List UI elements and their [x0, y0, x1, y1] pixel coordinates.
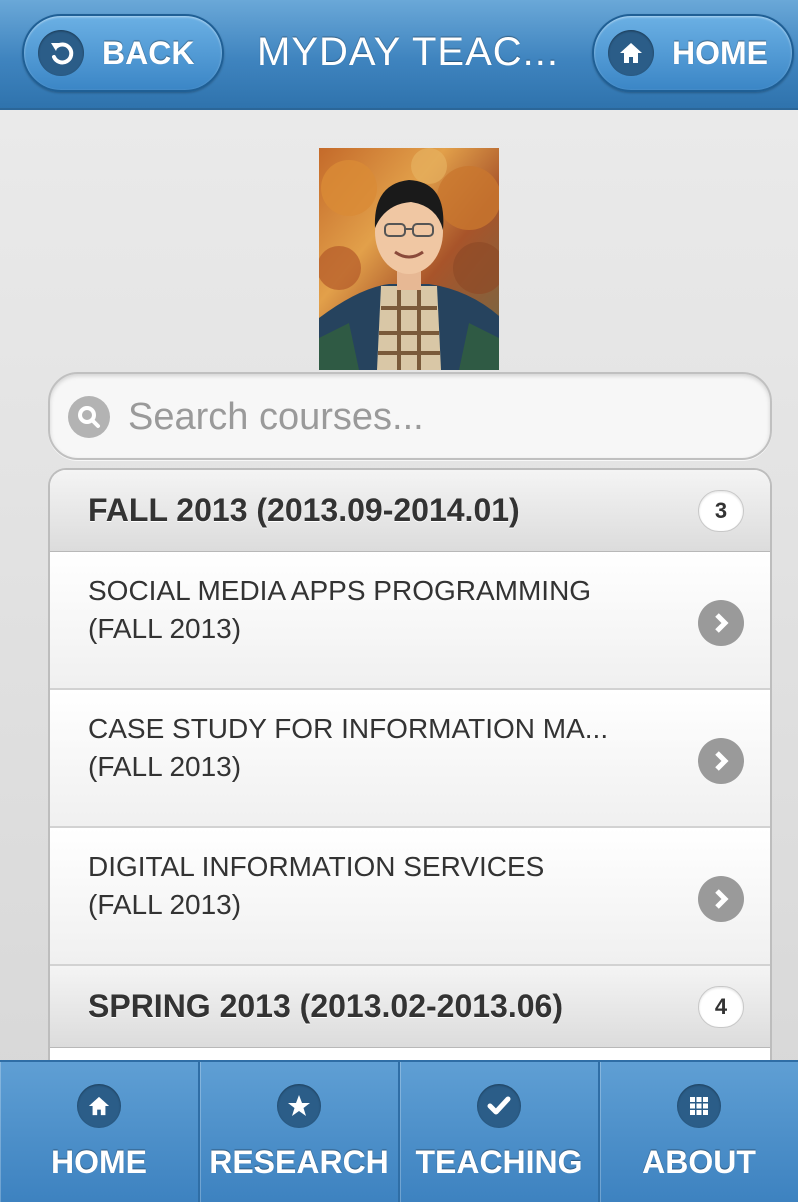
nav-tab-about[interactable]: ABOUT [600, 1062, 798, 1202]
profile-photo [319, 148, 499, 370]
nav-tab-research[interactable]: RESEARCH [200, 1062, 400, 1202]
list-item[interactable]: CASE STUDY FOR INFORMATION MA... (FALL 2… [50, 690, 770, 828]
list-item[interactable]: SOCIAL MEDIA APPS PROGRAMMING (FALL 2013… [50, 552, 770, 690]
home-label: HOME [672, 34, 768, 71]
nav-tab-label: TEACHING [415, 1144, 583, 1180]
back-label: BACK [102, 34, 195, 71]
course-term: (FALL 2013) [88, 751, 242, 782]
nav-tab-teaching[interactable]: TEACHING [400, 1062, 600, 1202]
nav-tab-label: RESEARCH [209, 1144, 389, 1180]
home-icon [608, 30, 654, 76]
course-list: FALL 2013 (2013.09-2014.01) 3 SOCIAL MED… [48, 468, 772, 1068]
header-bar: BACK MYDAY TEAC... HOME [0, 0, 798, 110]
course-term: (FALL 2013) [88, 613, 242, 644]
search-icon [68, 396, 110, 438]
bottom-nav: HOME RESEARCH TEACHING ABOUT [0, 1060, 798, 1202]
grid-icon [677, 1084, 721, 1128]
course-name: DIGITAL INFORMATION SERVICES [88, 851, 545, 882]
course-title: DIGITAL INFORMATION SERVICES (FALL 2013) [88, 848, 658, 924]
course-title: CASE STUDY FOR INFORMATION MA... (FALL 2… [88, 710, 658, 786]
star-icon [277, 1084, 321, 1128]
nav-tab-home[interactable]: HOME [0, 1062, 200, 1202]
chevron-right-icon [698, 738, 744, 784]
course-term: (FALL 2013) [88, 889, 242, 920]
home-button[interactable]: HOME [592, 14, 794, 92]
section-label: SPRING 2013 (2013.02-2013.06) [88, 988, 563, 1024]
count-badge: 3 [698, 490, 744, 532]
search-bar [48, 372, 772, 460]
home-icon [77, 1084, 121, 1128]
course-name: SOCIAL MEDIA APPS PROGRAMMING [88, 575, 592, 606]
course-name: CASE STUDY FOR INFORMATION MA... [88, 713, 609, 744]
section-divider: SPRING 2013 (2013.02-2013.06) 4 [50, 966, 770, 1048]
section-label: FALL 2013 (2013.09-2014.01) [88, 492, 520, 528]
nav-tab-label: HOME [51, 1144, 147, 1180]
search-input[interactable] [126, 386, 750, 448]
course-title: SOCIAL MEDIA APPS PROGRAMMING (FALL 2013… [88, 572, 658, 648]
nav-tab-label: ABOUT [642, 1144, 756, 1180]
section-divider: FALL 2013 (2013.09-2014.01) 3 [50, 470, 770, 552]
count-badge: 4 [698, 986, 744, 1028]
chevron-right-icon [698, 600, 744, 646]
list-item[interactable]: DIGITAL INFORMATION SERVICES (FALL 2013) [50, 828, 770, 966]
back-arrow-icon [38, 30, 84, 76]
chevron-right-icon [698, 876, 744, 922]
page-title: MYDAY TEAC... [257, 30, 559, 74]
back-button[interactable]: BACK [22, 14, 224, 92]
check-icon [477, 1084, 521, 1128]
